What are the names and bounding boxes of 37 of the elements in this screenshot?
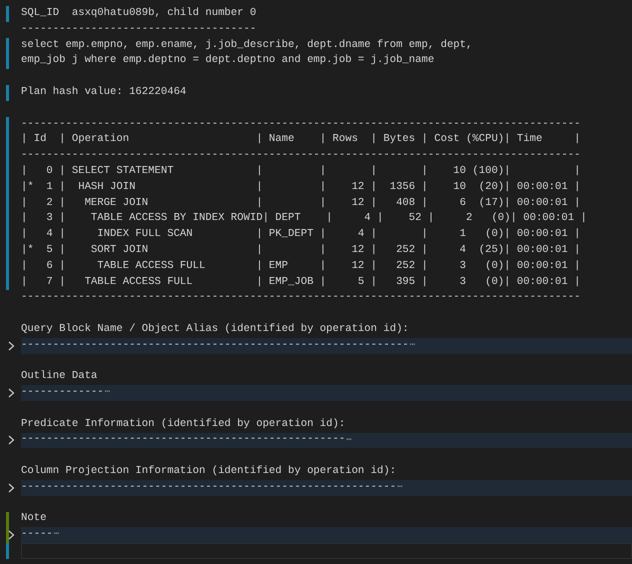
code-line: ------------- [21, 385, 104, 400]
chevron-right-icon[interactable] [8, 388, 15, 398]
code-line: | 7 | TABLE ACCESS FULL | EMP_JOB | 5 | 395 | 3 (0)| 00:00:01 | [21, 274, 580, 290]
code-line: --------------------------------------------------- [21, 432, 346, 448]
code-line: | 3 | TABLE ACCESS BY INDEX ROWID| DEPT | 4 | 52 | 2 (0)| 00:00:01 | [21, 211, 587, 226]
code-line: select emp.empno, emp.ename, j.job_describe, dept.dname from emp, dept, [21, 38, 472, 53]
code-line: Query Block Name / Object Alias (identified by operation id): [21, 322, 409, 337]
code-line: Column Projection Information (identified by operation id): [21, 464, 396, 480]
code-line: | Id | Operation | Name | Rows | Bytes | Cost (%CPU)| Time | [21, 132, 580, 148]
fold-ellipsis[interactable]: ⋯ [104, 386, 110, 400]
code-line: Note [21, 511, 46, 526]
code-line: ---------------------------------------------------------------------------------------- [21, 290, 580, 306]
chevron-right-icon[interactable] [8, 435, 15, 446]
chevron-right-icon[interactable] [8, 482, 15, 493]
code-line: | 2 | MERGE JOIN | | 12 | 408 | 6 (17)| 00:00:01 | [21, 196, 580, 211]
code-line: ------------------------------------------------------------- [21, 338, 409, 353]
code-line: ---------------------------------------------------------------------------------------- [21, 148, 580, 164]
fold-ellipsis[interactable]: ⋯ [410, 338, 416, 352]
code-line: ----- [21, 527, 53, 542]
code-line: emp_job j where emp.deptno = dept.deptno and emp.job = j.job_name [21, 53, 434, 68]
code-line: | 0 | SELECT STATEMENT | | | | 10 (100)| | [21, 164, 580, 179]
code-line: |* 1 | HASH JOIN | | 12 | 1356 | 10 (20)| 00:00:01 | [21, 180, 580, 195]
code-line: | 6 | TABLE ACCESS FULL | EMP | 12 | 252 | 3 (0)| 00:00:01 | [21, 258, 580, 274]
code-line: Outline Data [21, 369, 98, 384]
fold-ellipsis[interactable]: ⋯ [54, 528, 60, 542]
code-line: Predicate Information (identified by operation id): [21, 416, 346, 432]
code-line: ----------------------------------------------------------- [21, 480, 396, 495]
fold-ellipsis[interactable]: ⋯ [346, 434, 352, 448]
chevron-right-icon[interactable] [8, 340, 15, 351]
fold-ellipsis[interactable]: ⋯ [397, 481, 403, 495]
code-line: | 4 | INDEX FULL SCAN | PK_DEPT | 4 | | 1 (0)| 00:00:01 | [21, 227, 580, 242]
code-line: SQL_ID asxq0hatu089b, child number 0 [21, 6, 256, 21]
code-line: ------------------------------------- [21, 22, 256, 37]
code-line: Plan hash value: 162220464 [21, 84, 186, 100]
code-line: ---------------------------------------------------------------------------------------- [21, 116, 580, 132]
chevron-right-icon[interactable] [8, 530, 15, 540]
code-line: |* 5 | SORT JOIN | | 12 | 252 | 4 (25)| 00:00:01 | [21, 242, 580, 258]
